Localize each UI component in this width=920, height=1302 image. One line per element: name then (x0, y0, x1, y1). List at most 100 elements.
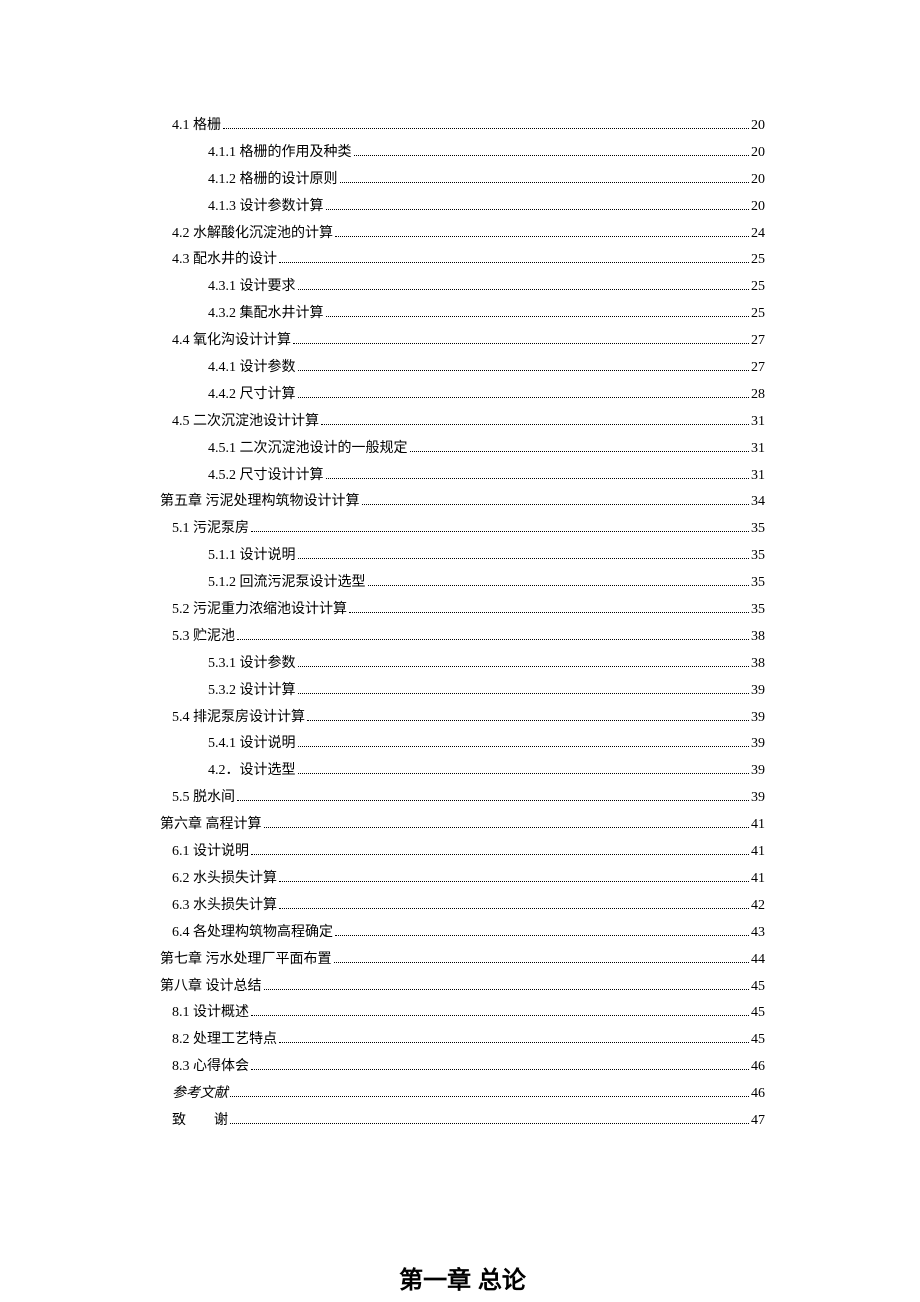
toc-dots (298, 289, 750, 290)
toc-label: 4.4 氧化沟设计计算 (172, 330, 291, 352)
toc-label: 4.1.3 设计参数计算 (208, 196, 324, 218)
toc-entry: 4.4.1 设计参数27 (160, 357, 765, 379)
toc-dots (298, 370, 750, 371)
toc-entry: 5.4 排泥泵房设计计算 39 (160, 707, 765, 729)
toc-page-number: 44 (751, 949, 765, 971)
toc-entry: 4.2．设计选型39 (160, 760, 765, 782)
toc-page-number: 39 (751, 733, 765, 755)
toc-label: 5.1.1 设计说明 (208, 545, 296, 567)
toc-page-number: 46 (751, 1056, 765, 1078)
toc-label: 5.1.2 回流污泥泵设计选型 (208, 572, 366, 594)
toc-page-number: 39 (751, 787, 765, 809)
toc-label: 6.1 设计说明 (172, 841, 249, 863)
toc-dots (326, 209, 750, 210)
toc-label: 4.3.1 设计要求 (208, 276, 296, 298)
toc-page-number: 39 (751, 707, 765, 729)
toc-label: 第五章 污泥处理构筑物设计计算 (160, 491, 360, 513)
toc-label: 5.3.2 设计计算 (208, 680, 296, 702)
toc-dots (349, 612, 749, 613)
toc-entry: 4.5.2 尺寸设计计算31 (160, 465, 765, 487)
toc-dots (279, 881, 749, 882)
toc-page-number: 31 (751, 438, 765, 460)
toc-dots (335, 236, 749, 237)
toc-dots (264, 827, 750, 828)
toc-page-number: 25 (751, 303, 765, 325)
toc-dots (340, 182, 750, 183)
toc-page-number: 41 (751, 814, 765, 836)
toc-page-number: 47 (751, 1110, 765, 1132)
toc-page-number: 35 (751, 599, 765, 621)
toc-label: 5.4.1 设计说明 (208, 733, 296, 755)
toc-page-number: 24 (751, 223, 765, 245)
toc-label: 4.4.1 设计参数 (208, 357, 296, 379)
toc-page-number: 20 (751, 142, 765, 164)
toc-entry: 第七章 污水处理厂平面布置 44 (160, 949, 765, 971)
toc-entry: 4.4 氧化沟设计计算27 (160, 330, 765, 352)
toc-entry: 4.5.1 二次沉淀池设计的一般规定31 (160, 438, 765, 460)
document-page: 4.1 格栅204.1.1 格栅的作用及种类204.1.2 格栅的设计原则204… (160, 115, 765, 1301)
toc-dots (298, 558, 750, 559)
toc-entry: 4.3 配水井的设计 25 (160, 249, 765, 271)
toc-dots (251, 1069, 749, 1070)
toc-label: 第七章 污水处理厂平面布置 (160, 949, 332, 971)
toc-dots (326, 478, 750, 479)
toc-page-number: 41 (751, 868, 765, 890)
toc-dots (279, 1042, 749, 1043)
toc-label: 5.3.1 设计参数 (208, 653, 296, 675)
toc-dots (237, 800, 749, 801)
toc-label: 第六章 高程计算 (160, 814, 262, 836)
toc-label: 4.4.2 尺寸计算 (208, 384, 296, 406)
toc-page-number: 45 (751, 1002, 765, 1024)
toc-dots (321, 424, 749, 425)
toc-page-number: 34 (751, 491, 765, 513)
toc-label: 6.4 各处理构筑物高程确定 (172, 922, 333, 944)
toc-entry: 4.1.1 格栅的作用及种类20 (160, 142, 765, 164)
toc-entry: 6.1 设计说明 41 (160, 841, 765, 863)
toc-dots (237, 639, 749, 640)
toc-entry: 5.3 贮泥池 38 (160, 626, 765, 648)
toc-entry: 8.3 心得体会46 (160, 1056, 765, 1078)
toc-dots (251, 531, 749, 532)
toc-entry: 5.3.2 设计计算39 (160, 680, 765, 702)
toc-label: 4.1.2 格栅的设计原则 (208, 169, 338, 191)
toc-page-number: 41 (751, 841, 765, 863)
toc-entry: 4.4.2 尺寸计算28 (160, 384, 765, 406)
toc-page-number: 25 (751, 249, 765, 271)
toc-page-number: 35 (751, 545, 765, 567)
toc-dots (410, 451, 750, 452)
toc-entry: 5.2 污泥重力浓缩池设计计算35 (160, 599, 765, 621)
toc-label: 5.3 贮泥池 (172, 626, 235, 648)
toc-entry: 8.2 处理工艺特点45 (160, 1029, 765, 1051)
toc-label: 4.2 水解酸化沉淀池的计算 (172, 223, 333, 245)
toc-label: 4.5 二次沉淀池设计计算 (172, 411, 319, 433)
toc-dots (279, 262, 749, 263)
toc-dots (368, 585, 750, 586)
toc-label: 6.2 水头损失计算 (172, 868, 277, 890)
toc-page-number: 20 (751, 169, 765, 191)
toc-page-number: 25 (751, 276, 765, 298)
toc-label: 5.4 排泥泵房设计计算 (172, 707, 305, 729)
toc-page-number: 38 (751, 653, 765, 675)
toc-dots (298, 746, 750, 747)
toc-page-number: 35 (751, 518, 765, 540)
toc-label: 8.1 设计概述 (172, 1002, 249, 1024)
toc-page-number: 38 (751, 626, 765, 648)
toc-page-number: 20 (751, 196, 765, 218)
toc-dots (223, 128, 749, 129)
toc-label: 参考文献 (172, 1083, 228, 1105)
toc-page-number: 35 (751, 572, 765, 594)
toc-entry: 6.2 水头损失计算 41 (160, 868, 765, 890)
toc-entry: 4.2 水解酸化沉淀池的计算 24 (160, 223, 765, 245)
toc-page-number: 43 (751, 922, 765, 944)
toc-label: 4.3 配水井的设计 (172, 249, 277, 271)
toc-entry: 6.4 各处理构筑物高程确定 43 (160, 922, 765, 944)
toc-dots (334, 962, 750, 963)
toc-dots (264, 989, 750, 990)
toc-entry: 5.5 脱水间39 (160, 787, 765, 809)
toc-entry: 4.1.3 设计参数计算 20 (160, 196, 765, 218)
toc-page-number: 39 (751, 760, 765, 782)
toc-dots (335, 935, 749, 936)
toc-dots (298, 773, 750, 774)
toc-entry: 5.1 污泥泵房35 (160, 518, 765, 540)
toc-page-number: 31 (751, 411, 765, 433)
